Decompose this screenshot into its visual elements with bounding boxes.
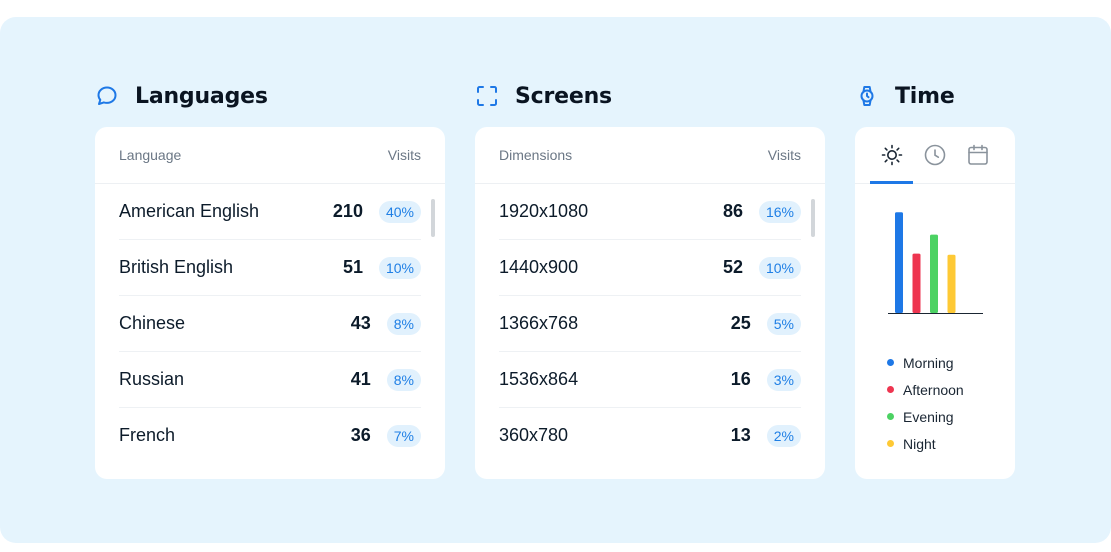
column-header-dimensions: Dimensions [499,147,573,163]
screens-list[interactable]: 1920x1080 86 16% 1440x900 52 10% 1366x76… [475,184,825,462]
screens-card: Dimensions Visits 1920x1080 86 16% 1440x… [475,127,825,479]
row-visits: 86 [722,201,743,221]
percent-badge: 5% [766,312,801,335]
languages-title: Languages [135,83,268,109]
row-visits: 25 [730,313,751,333]
table-row[interactable]: French 36 7% [119,408,421,462]
row-label: British English [119,257,234,277]
table-row[interactable]: 1440x900 52 10% [499,240,801,296]
screens-table-header: Dimensions Visits [475,127,825,184]
row-visits: 210 [332,201,363,221]
row-label: Russian [119,369,185,389]
screens-section: Screens Dimensions Visits 1920x1080 86 1… [475,80,825,479]
row-visits: 41 [350,369,371,389]
table-row[interactable]: 1920x1080 86 16% [499,184,801,240]
table-row[interactable]: Chinese 43 8% [119,296,421,352]
fullscreen-icon [477,86,497,106]
bar-morning [895,212,903,313]
legend-item-morning: Morning [887,349,964,376]
clock-icon [924,144,945,166]
languages-card: Language Visits American English 210 40%… [95,127,445,479]
row-label: American English [119,201,260,221]
bar-night [947,254,956,313]
row-visits: 52 [722,257,743,277]
percent-badge: 2% [766,424,801,447]
time-section: Time Morning Afternoon Evening Night [855,80,1015,479]
row-visits: 51 [342,257,363,277]
scrollbar-thumb[interactable] [431,199,435,237]
column-header-visits: Visits [767,147,801,163]
legend-label: Afternoon [903,381,964,398]
percent-badge: 7% [386,424,421,447]
row-visits: 13 [730,425,751,445]
bar-afternoon [912,253,921,313]
table-row[interactable]: 1366x768 25 5% [499,296,801,352]
column-header-visits: Visits [387,147,421,163]
screens-header: Screens [475,80,612,112]
row-visits: 43 [350,313,371,333]
percent-badge: 16% [758,200,801,223]
row-label: Chinese [119,313,186,333]
legend-label: Evening [903,408,954,425]
row-label: 1440x900 [499,257,579,277]
legend-item-evening: Evening [887,403,964,430]
column-header-language: Language [119,147,182,163]
table-row[interactable]: 1536x864 16 3% [499,352,801,408]
percent-badge: 10% [758,256,801,279]
tab-day[interactable] [870,127,913,184]
table-row[interactable]: Russian 41 8% [119,352,421,408]
legend-label: Night [903,435,936,452]
chart-legend: Morning Afternoon Evening Night [887,349,964,457]
percent-badge: 40% [378,200,421,223]
percent-badge: 8% [386,368,421,391]
legend-item-night: Night [887,430,964,457]
row-label: 1366x768 [499,313,579,333]
row-label: 360x780 [499,425,569,445]
watch-icon [860,86,874,106]
table-row[interactable]: British English 51 10% [119,240,421,296]
scrollbar-thumb[interactable] [811,199,815,237]
row-visits: 16 [730,369,751,389]
table-row[interactable]: American English 210 40% [119,184,421,240]
tab-hours[interactable] [913,127,956,183]
percent-badge: 8% [386,312,421,335]
legend-dot [887,359,894,366]
time-header: Time [855,80,955,112]
time-title: Time [895,83,955,109]
languages-table-header: Language Visits [95,127,445,184]
legend-label: Morning [903,354,954,371]
row-label: 1536x864 [499,369,579,389]
time-bar-chart [888,212,983,314]
languages-header: Languages [95,80,268,112]
legend-item-afternoon: Afternoon [887,376,964,403]
time-tabs [855,127,1015,184]
sun-icon [881,144,902,166]
percent-badge: 3% [766,368,801,391]
row-label: 1920x1080 [499,201,589,221]
legend-dot [887,386,894,393]
screens-title: Screens [515,83,612,109]
time-card: Morning Afternoon Evening Night [855,127,1015,479]
languages-section: Languages Language Visits American Engli… [95,80,445,479]
calendar-icon [967,144,988,165]
row-label: French [119,425,176,445]
languages-list[interactable]: American English 210 40% British English… [95,184,445,462]
table-row[interactable]: 360x780 13 2% [499,408,801,462]
tab-calendar[interactable] [956,127,999,183]
bar-evening [930,234,938,313]
row-visits: 36 [350,425,371,445]
legend-dot [887,413,894,420]
percent-badge: 10% [378,256,421,279]
legend-dot [887,440,894,447]
chat-bubble-icon [97,86,117,105]
